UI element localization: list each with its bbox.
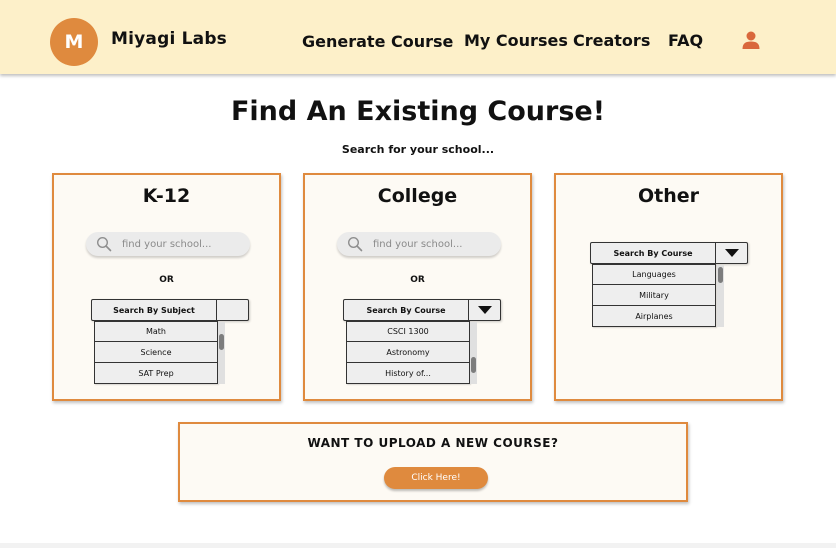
list-item[interactable]: Military (592, 285, 716, 306)
course-dropdown[interactable]: Search By Course (590, 242, 748, 264)
dropdown-list: Math Science SAT Prep (94, 321, 218, 384)
school-search-bar[interactable] (86, 232, 250, 256)
scrollbar-thumb[interactable] (718, 267, 723, 283)
list-item[interactable]: History of... (346, 363, 470, 384)
dropdown-toggle-button[interactable] (217, 300, 248, 320)
page-title: Find An Existing Course! (230, 96, 606, 127)
logo[interactable]: M (50, 18, 98, 66)
list-item[interactable]: Science (94, 342, 218, 363)
user-icon[interactable] (741, 30, 761, 50)
card-other: Other Search By Course Languages Militar… (554, 173, 783, 401)
list-item[interactable]: Airplanes (592, 306, 716, 327)
dropdown-label: Search By Course (591, 243, 716, 263)
brand-name: Miyagi Labs (111, 29, 228, 49)
nav-faq[interactable]: FAQ (668, 31, 703, 50)
list-item[interactable]: Math (94, 321, 218, 342)
footer-bar (0, 543, 836, 548)
or-separator: OR (410, 275, 425, 285)
upload-course-panel: WANT TO UPLOAD A NEW COURSE? Click Here! (178, 422, 688, 502)
upload-title: WANT TO UPLOAD A NEW COURSE? (307, 436, 559, 450)
card-title: K-12 (142, 185, 191, 207)
nav-generate-course[interactable]: Generate Course (302, 32, 453, 51)
card-college: College OR Search By Course CSCI 1300 As… (303, 173, 532, 401)
card-k12: K-12 OR Search By Subject Math Science S… (52, 173, 281, 401)
header-bar: M Miyagi Labs Generate Course My Courses… (0, 0, 836, 74)
chevron-down-icon (477, 306, 492, 314)
card-title: College (377, 185, 458, 207)
scrollbar[interactable] (470, 322, 477, 384)
scrollbar-thumb[interactable] (219, 334, 224, 350)
dropdown-toggle-button[interactable] (716, 243, 747, 263)
dropdown-label: Search By Course (344, 300, 469, 320)
dropdown-toggle-button[interactable] (469, 300, 500, 320)
scrollbar[interactable] (717, 265, 724, 327)
scrollbar-thumb[interactable] (471, 357, 476, 373)
nav-creators[interactable]: Creators (573, 31, 650, 50)
dropdown-list: CSCI 1300 Astronomy History of... (346, 321, 470, 384)
subject-dropdown[interactable]: Search By Subject (91, 299, 249, 321)
search-icon (96, 236, 112, 252)
nav-my-courses[interactable]: My Courses (464, 31, 568, 50)
dropdown-label: Search By Subject (92, 300, 217, 320)
list-item[interactable]: SAT Prep (94, 363, 218, 384)
list-item[interactable]: Languages (592, 264, 716, 285)
list-item[interactable]: CSCI 1300 (346, 321, 470, 342)
or-separator: OR (159, 275, 174, 285)
course-dropdown[interactable]: Search By Course (343, 299, 501, 321)
list-item[interactable]: Astronomy (346, 342, 470, 363)
upload-course-button[interactable]: Click Here! (384, 467, 488, 489)
card-title: Other (637, 185, 700, 207)
page-subtitle: Search for your school... (341, 143, 495, 156)
search-input[interactable] (373, 238, 493, 250)
scrollbar[interactable] (218, 322, 225, 384)
search-input[interactable] (122, 238, 242, 250)
search-icon (347, 236, 363, 252)
dropdown-list: Languages Military Airplanes (592, 264, 716, 327)
school-search-bar[interactable] (337, 232, 501, 256)
chevron-down-icon (724, 249, 739, 257)
